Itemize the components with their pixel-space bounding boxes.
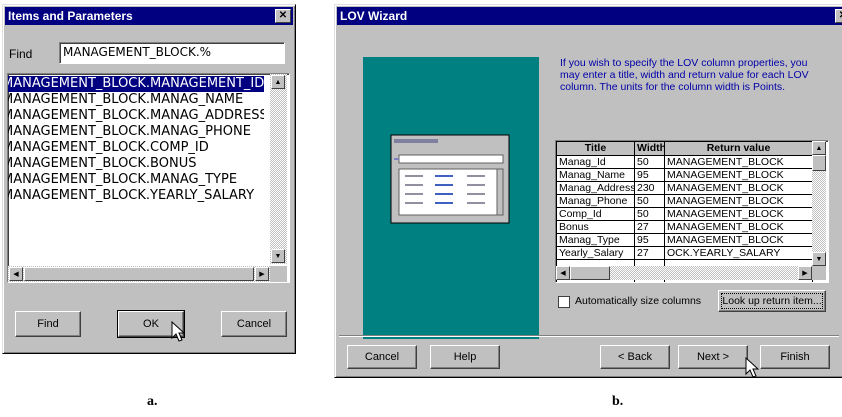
hscroll-thumb[interactable]	[24, 267, 254, 281]
wizard-instructions: If you wish to specify the LOV column pr…	[560, 57, 809, 93]
find-input-value: MANAGEMENT_BLOCK.%	[63, 45, 212, 59]
auto-size-checkbox[interactable]	[558, 296, 570, 308]
help-button[interactable]: Help	[430, 345, 500, 369]
wizard-title-bar[interactable]: LOV Wizard ✕	[337, 7, 842, 25]
items-list-vscroll[interactable]	[270, 74, 287, 264]
mouse-cursor-icon	[745, 357, 759, 378]
list-item[interactable]: MANAGEMENT_BLOCK.MANAGEMENT_ID	[8, 76, 264, 92]
list-item[interactable]: MANAGEMENT_BLOCK.MANAG_ADDRESS	[8, 108, 264, 124]
lookup-button-label: Look up return item...	[722, 295, 822, 307]
cancel-button[interactable]: Cancel	[347, 345, 417, 369]
back-button[interactable]: < Back	[600, 345, 670, 369]
table-cell[interactable]: MANAGEMENT_BLOCK	[664, 233, 813, 247]
grid-hscroll-thumb[interactable]	[570, 266, 610, 280]
scroll-corner	[270, 266, 287, 282]
table-cell[interactable]: Comp_Id	[556, 207, 635, 221]
back-button-label: < Back	[618, 351, 652, 363]
table-cell[interactable]: Manag_Type	[556, 233, 635, 247]
table-row: Manag_Address 230 MANAGEMENT_BLOCK	[556, 181, 813, 195]
table-row: Bonus 27 MANAGEMENT_BLOCK	[556, 220, 813, 234]
next-button[interactable]: Next >	[678, 345, 748, 369]
table-cell[interactable]: 95	[634, 168, 665, 182]
table-row: Comp_Id 50 MANAGEMENT_BLOCK	[556, 207, 813, 221]
scroll-corner	[812, 266, 826, 280]
find-button[interactable]: Find	[15, 311, 81, 337]
table-cell[interactable]: MANAGEMENT_BLOCK	[664, 194, 813, 208]
help-button-label: Help	[453, 351, 477, 363]
lov-columns-grid[interactable]: Title Width Return value Manag_Id 50 MANAGEM…	[555, 140, 829, 283]
table-row: Manag_Type 95 MANAGEMENT_BLOCK	[556, 233, 813, 247]
list-item[interactable]: MANAGEMENT_BLOCK.YEARLY_SALARY	[8, 188, 264, 204]
table-cell[interactable]: 50	[634, 155, 665, 169]
wizard-divider	[339, 335, 839, 337]
column-header: Return value	[664, 141, 813, 156]
cancel-button-label: Cancel	[364, 351, 400, 363]
close-icon[interactable]: ✕	[835, 9, 842, 23]
finish-button-label: Finish	[780, 351, 810, 363]
table-cell[interactable]: 27	[634, 246, 665, 260]
table-cell[interactable]: MANAGEMENT_BLOCK	[664, 220, 813, 234]
ok-button-label: OK	[143, 318, 159, 330]
table-cell[interactable]: Manag_Address	[556, 181, 635, 195]
scroll-down-icon[interactable]: ▼	[271, 249, 285, 263]
list-item[interactable]: MANAGEMENT_BLOCK.MANAG_TYPE	[8, 172, 264, 188]
scroll-right-icon[interactable]: ▶	[255, 267, 269, 281]
table-cell[interactable]: 95	[634, 233, 665, 247]
scroll-down-icon[interactable]: ▼	[812, 252, 826, 266]
table-cell[interactable]: MANAGEMENT_BLOCK	[664, 181, 813, 195]
mini-lov-window-graphic	[390, 134, 510, 224]
table-cell[interactable]: Yearly_Salary	[556, 246, 635, 260]
table-cell[interactable]: 50	[634, 207, 665, 221]
column-header: Width	[634, 141, 665, 156]
table-cell[interactable]: 230	[634, 181, 665, 195]
lov-wizard-dialog: LOV Wizard ✕ If you wish to specify the …	[334, 4, 842, 378]
next-button-label: Next >	[696, 351, 730, 363]
table-cell[interactable]: 27	[634, 220, 665, 234]
wizard-illustration	[363, 57, 539, 339]
table-row: Manag_Phone 50 MANAGEMENT_BLOCK	[556, 194, 813, 208]
items-list[interactable]: MANAGEMENT_BLOCK.MANAGEMENT_ID MANAGEMENT…	[7, 73, 290, 283]
table-cell[interactable]: Bonus	[556, 220, 635, 234]
table-cell[interactable]: MANAGEMENT_BLOCK	[664, 207, 813, 221]
cancel-button[interactable]: Cancel	[221, 311, 287, 337]
table-cell[interactable]: MANAGEMENT_BLOCK	[664, 168, 813, 182]
find-label: Find	[9, 47, 33, 61]
caption-a: a.	[147, 394, 158, 409]
scroll-right-icon[interactable]: ▶	[798, 266, 812, 280]
grid-vscroll-thumb[interactable]	[812, 155, 826, 171]
items-and-parameters-dialog: Items and Parameters ✕ Find MANAGEMENT_B…	[2, 4, 296, 354]
wizard-title: LOV Wizard	[340, 9, 408, 23]
table-row: Yearly_Salary 27 OCK.YEARLY_SALARY	[556, 246, 813, 260]
list-item[interactable]: MANAGEMENT_BLOCK.COMP_ID	[8, 140, 264, 156]
list-item[interactable]: MANAGEMENT_BLOCK.MANAG_NAME	[8, 92, 264, 108]
cancel-button-label: Cancel	[236, 318, 272, 330]
lookup-return-item-button[interactable]: Look up return item...	[718, 290, 826, 312]
column-header: Title	[556, 141, 635, 156]
auto-size-label: Automatically size columns	[575, 295, 702, 307]
list-item[interactable]: MANAGEMENT_BLOCK.MANAG_PHONE	[8, 124, 264, 140]
dialog-title: Items and Parameters	[8, 9, 133, 23]
table-row: Manag_Name 95 MANAGEMENT_BLOCK	[556, 168, 813, 182]
scroll-left-icon[interactable]: ◀	[556, 266, 570, 280]
mouse-cursor-icon	[171, 321, 185, 342]
finish-button[interactable]: Finish	[760, 345, 830, 369]
list-item[interactable]: MANAGEMENT_BLOCK.BONUS	[8, 156, 264, 172]
table-cell[interactable]: 50	[634, 194, 665, 208]
table-cell[interactable]: MANAGEMENT_BLOCK	[664, 155, 813, 169]
find-button-label: Find	[37, 318, 59, 330]
table-cell[interactable]: OCK.YEARLY_SALARY	[664, 246, 813, 260]
scroll-left-icon[interactable]: ◀	[9, 267, 23, 281]
table-cell[interactable]: Manag_Id	[556, 155, 635, 169]
dialog-title-bar[interactable]: Items and Parameters ✕	[5, 7, 293, 25]
find-input[interactable]: MANAGEMENT_BLOCK.%	[59, 42, 285, 64]
scroll-up-icon[interactable]: ▲	[271, 75, 285, 89]
table-row: Manag_Id 50 MANAGEMENT_BLOCK	[556, 155, 813, 169]
table-cell[interactable]: Manag_Name	[556, 168, 635, 182]
close-icon[interactable]: ✕	[275, 9, 291, 23]
caption-b: b.	[612, 394, 624, 409]
table-cell[interactable]: Manag_Phone	[556, 194, 635, 208]
scroll-up-icon[interactable]: ▲	[812, 141, 826, 155]
